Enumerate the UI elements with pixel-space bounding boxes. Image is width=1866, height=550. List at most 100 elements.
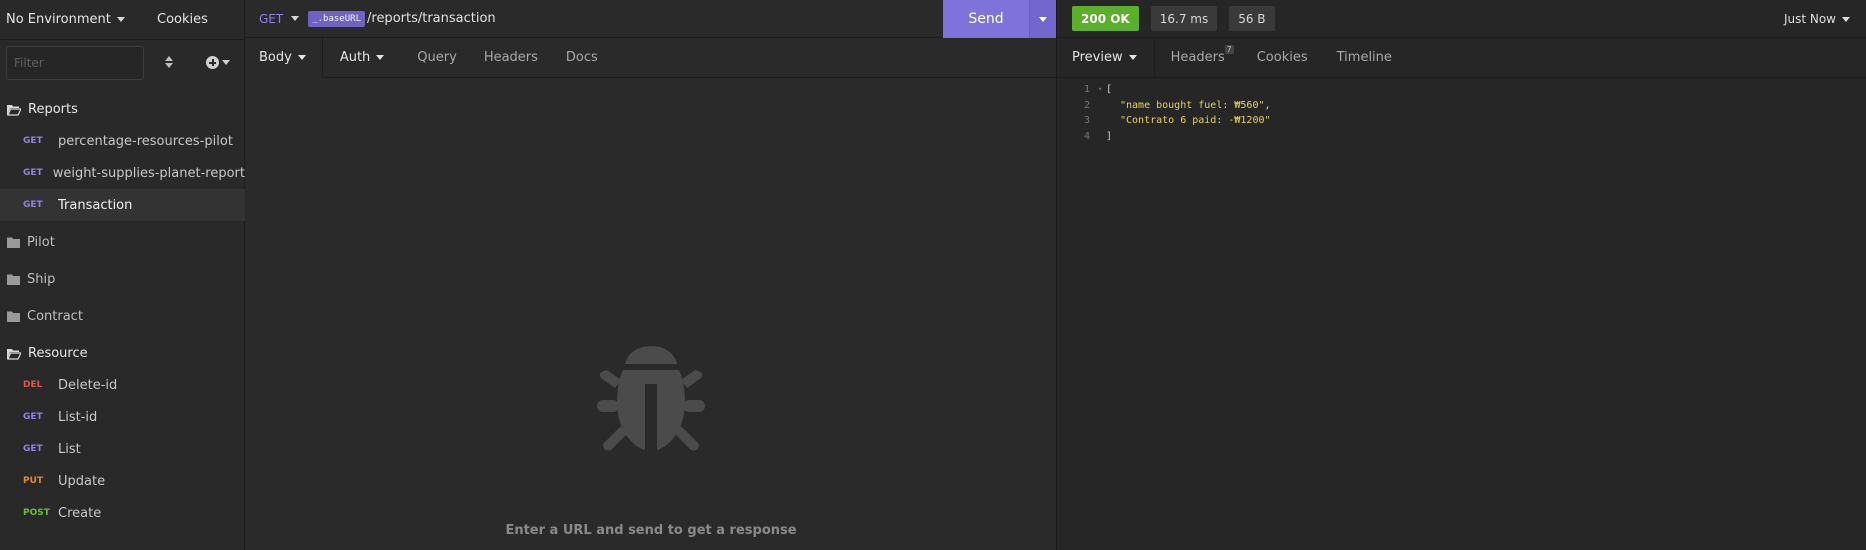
code-line: 2 "name bought fuel: ₩560",	[1057, 98, 1271, 114]
method-badge: GET	[23, 168, 43, 178]
history-selector[interactable]: Just Now	[1784, 0, 1850, 38]
folder-label: Reports	[28, 102, 78, 117]
url-path: /reports/transaction	[367, 11, 496, 26]
code-text: "name bought fuel: ₩560"	[1120, 99, 1265, 111]
fold-gutter	[1098, 98, 1106, 114]
tab-query[interactable]: Query	[417, 38, 457, 78]
base-url-variable-chip[interactable]: _.baseURL	[308, 10, 365, 27]
response-time-badge: 16.7 ms	[1150, 6, 1218, 31]
environment-label: No Environment	[6, 12, 111, 27]
request-tree: Reports GET percentage-resources-pilot GET w…	[0, 94, 245, 529]
method-badge: GET	[23, 444, 43, 454]
response-tabs: Preview Headers 7 Cookies Timeline	[1057, 37, 1866, 78]
folder-reports[interactable]: Reports	[0, 94, 245, 125]
code-text: "Contrato 6 paid: -₩1200"	[1120, 115, 1271, 126]
response-body-viewer[interactable]: 1 ▾[2 "name bought fuel: ₩560", 3 "Contrato …	[1057, 82, 1271, 144]
method-badge: POST	[23, 508, 50, 518]
headers-count-badge: 7	[1224, 44, 1234, 54]
empty-state-message: Enter a URL and send to get a response	[505, 523, 797, 538]
tab-body[interactable]: Body	[245, 37, 323, 78]
sort-icon[interactable]	[162, 54, 176, 72]
method-badge: GET	[23, 136, 43, 146]
folder-icon	[7, 237, 25, 248]
fold-gutter	[1098, 129, 1106, 145]
tab-docs[interactable]: Docs	[566, 38, 598, 78]
sidebar: No Environment Cookies Reports GET percent…	[0, 0, 245, 550]
line-number: 3	[1083, 115, 1090, 126]
url-input[interactable]: _.baseURL /reports/transaction	[308, 10, 496, 27]
folder-label: Contract	[27, 309, 83, 324]
code-text: [	[1106, 84, 1113, 95]
method-badge: GET	[23, 200, 43, 210]
environment-selector[interactable]: No Environment	[0, 12, 145, 27]
request-item[interactable]: GET List	[0, 433, 245, 465]
method-selector[interactable]: GET	[245, 11, 300, 26]
request-item[interactable]: GET percentage-resources-pilot	[0, 125, 245, 157]
chevron-down-icon	[116, 17, 125, 22]
response-size-badge: 56 B	[1229, 6, 1275, 31]
tab-preview[interactable]: Preview	[1057, 37, 1155, 78]
chevron-down-icon	[297, 55, 306, 60]
method-badge: PUT	[23, 476, 44, 486]
folder-ship[interactable]: Ship	[0, 264, 245, 295]
tab-response-cookies[interactable]: Cookies	[1257, 38, 1308, 78]
filter-row	[0, 40, 244, 85]
folder-resource[interactable]: Resource	[0, 338, 245, 369]
request-item[interactable]: GET List-id	[0, 401, 245, 433]
folder-label: Ship	[27, 272, 56, 287]
tab-body-label: Body	[259, 50, 292, 65]
tab-timeline[interactable]: Timeline	[1337, 38, 1392, 78]
tab-response-headers[interactable]: Headers 7	[1170, 38, 1234, 78]
line-number: 2	[1083, 99, 1090, 111]
folder-label: Pilot	[27, 235, 55, 250]
fold-arrow-icon[interactable]: ▾	[1098, 82, 1106, 98]
send-group: Send	[943, 0, 1056, 38]
filter-input[interactable]	[6, 45, 144, 80]
request-name: Create	[58, 505, 102, 521]
method-label: GET	[259, 11, 284, 26]
plus-circle-icon	[206, 56, 219, 69]
code-line: 1 ▾[	[1057, 82, 1271, 98]
folder-pilot[interactable]: Pilot	[0, 227, 245, 258]
comma: ,	[1264, 99, 1271, 111]
chevron-down-icon	[376, 55, 385, 60]
tab-auth[interactable]: Auth	[323, 38, 385, 78]
send-options-button[interactable]	[1029, 0, 1056, 38]
request-name: weight-supplies-planet-report	[52, 165, 245, 181]
tab-headers[interactable]: Headers	[484, 38, 538, 78]
chevron-down-icon	[1842, 16, 1850, 22]
method-badge: DEL	[23, 380, 43, 390]
tab-preview-label: Preview	[1072, 50, 1123, 65]
send-button[interactable]: Send	[943, 0, 1029, 38]
tab-response-headers-label: Headers	[1170, 50, 1225, 65]
folder-label: Resource	[28, 346, 88, 361]
fold-gutter	[1098, 113, 1106, 129]
status-badge: 200 OK	[1072, 6, 1139, 31]
request-name: List	[58, 441, 81, 457]
empty-state	[245, 340, 1057, 456]
request-item[interactable]: DEL Delete-id	[0, 369, 245, 401]
url-bar: GET _.baseURL /reports/transaction Send	[245, 0, 1056, 38]
chevron-down-icon	[1039, 16, 1047, 22]
request-item[interactable]: POST Create	[0, 497, 245, 529]
code-text: ]	[1106, 130, 1113, 142]
add-button[interactable]	[206, 56, 230, 69]
request-item[interactable]: GET weight-supplies-planet-report	[0, 157, 245, 189]
folder-contract[interactable]: Contract	[0, 301, 245, 332]
request-name: List-id	[58, 409, 98, 425]
code-line: 3 "Contrato 6 paid: -₩1200"	[1057, 113, 1271, 129]
cookies-button[interactable]: Cookies	[157, 12, 208, 27]
request-item[interactable]: GET Transaction	[0, 189, 245, 221]
folder-open-icon	[7, 348, 26, 360]
chevron-down-icon	[1128, 55, 1137, 60]
chevron-down-icon	[222, 60, 230, 65]
chevron-down-icon	[291, 16, 300, 21]
request-name: Delete-id	[58, 377, 118, 393]
request-name: Transaction	[58, 197, 133, 213]
request-pane: GET _.baseURL /reports/transaction Send …	[245, 0, 1057, 550]
request-item[interactable]: PUT Update	[0, 465, 245, 497]
tab-auth-label: Auth	[339, 50, 371, 65]
code-line: 4]	[1057, 129, 1271, 145]
request-name: Update	[58, 473, 106, 489]
line-number: 1	[1083, 84, 1090, 95]
